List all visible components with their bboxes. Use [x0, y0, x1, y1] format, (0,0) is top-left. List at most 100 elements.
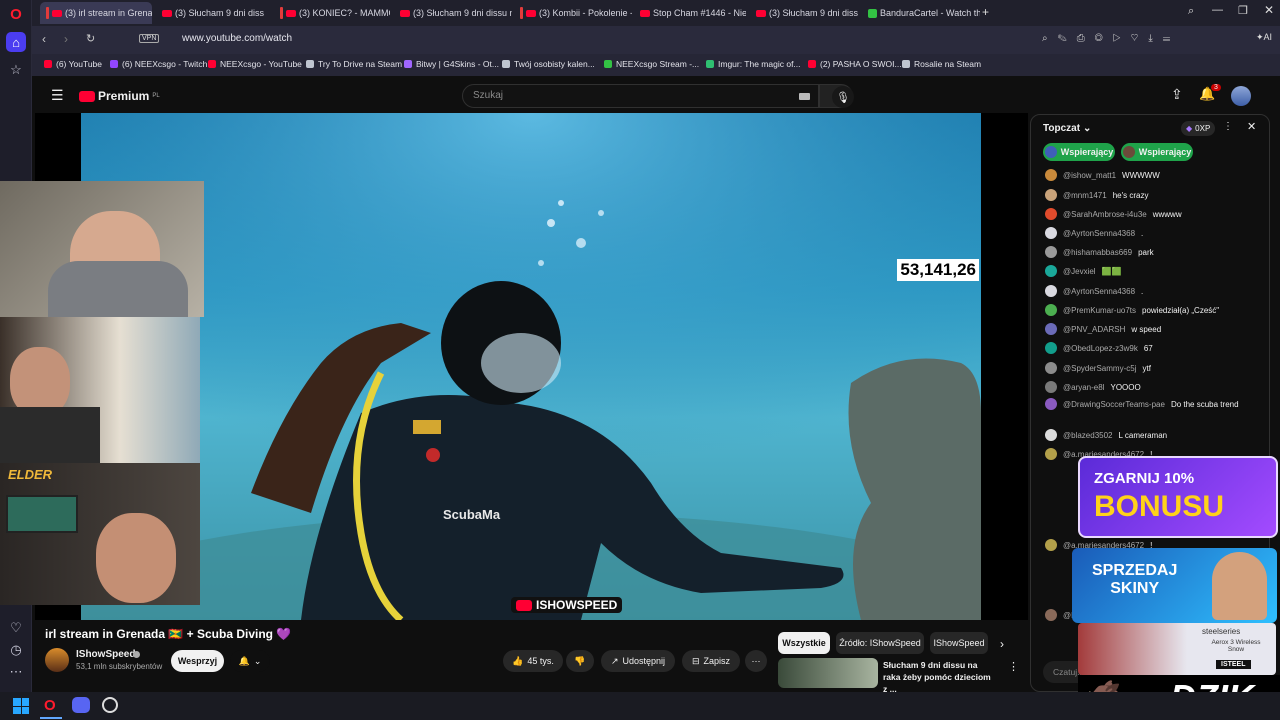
- menu-icon[interactable]: ☰: [51, 87, 64, 104]
- chat-message[interactable]: @AyrtonSenna4368.: [1045, 227, 1143, 239]
- opera-taskbar-icon[interactable]: O: [44, 697, 56, 714]
- chat-message[interactable]: @PremKumar-uo7ts powiedział(a) „Cześć": [1045, 304, 1219, 316]
- bookmark-0[interactable]: (6) YouTube: [44, 59, 102, 69]
- history-icon[interactable]: ◷: [6, 640, 26, 660]
- bookmark-2[interactable]: NEEXcsgo - YouTube: [208, 59, 302, 69]
- tab-2[interactable]: (3) KONIEC? - MAMMON: [274, 2, 390, 24]
- upload-icon[interactable]: ⇪: [1171, 86, 1183, 103]
- xp-icon: ◆: [1186, 124, 1193, 133]
- supporter-chip-1[interactable]: Wspierający: [1043, 143, 1115, 161]
- channel-name[interactable]: IShowSpeed: [76, 649, 135, 660]
- chat-message[interactable]: @Jevxiel 🟩🟩: [1045, 265, 1122, 277]
- bookmark-8[interactable]: (2) PASHA O SWOI...: [808, 59, 902, 69]
- opera-logo-icon[interactable]: O: [6, 4, 26, 24]
- channel-avatar[interactable]: [45, 648, 69, 672]
- chat-message[interactable]: @mnm1471 he's crazy: [1045, 189, 1148, 201]
- chat-avatar: [1045, 381, 1057, 393]
- save-button[interactable]: ⊟ Zapisz: [682, 650, 740, 672]
- close-window-icon[interactable]: ✕: [1264, 3, 1274, 17]
- recommended-title[interactable]: Słucham 9 dni dissu na raka żeby pomóc d…: [883, 659, 995, 695]
- recommended-thumbnail[interactable]: [778, 658, 878, 688]
- notification-bell-button[interactable]: 🔔 ⌄: [230, 650, 270, 672]
- star-icon[interactable]: ☆: [6, 60, 26, 80]
- chat-message[interactable]: @DrawingSoccerTeams-pae Do the scuba tren…: [1045, 398, 1239, 410]
- xp-badge[interactable]: ◆ 0XP: [1181, 121, 1216, 136]
- tab-5[interactable]: Stop Cham #1446 - Niebe: [634, 2, 746, 24]
- keyboard-icon[interactable]: [799, 93, 810, 100]
- chat-message[interactable]: @blazed3502 L cameraman: [1045, 429, 1167, 441]
- chat-message[interactable]: @SpyderSammy-c5j ytf: [1045, 362, 1151, 374]
- bookmark-4[interactable]: Bitwy | G4Skins - Ot...: [404, 59, 499, 69]
- bookmark-1[interactable]: (6) NEEXcsgo - Twitch: [110, 59, 207, 69]
- bookmark-label: (6) YouTube: [56, 59, 102, 69]
- windows-start-icon[interactable]: [13, 698, 29, 714]
- chat-more-icon[interactable]: ⋮: [1223, 121, 1233, 132]
- supporter-chip-2[interactable]: Wspierający: [1121, 143, 1193, 161]
- dislike-button[interactable]: 👎: [566, 650, 594, 672]
- bonus-ad[interactable]: ZGARNIJ 10% BONUSU: [1078, 456, 1278, 538]
- back-icon[interactable]: ‹: [42, 32, 46, 46]
- chat-message[interactable]: @PNV_ADARSH w speed: [1045, 323, 1161, 335]
- url-field[interactable]: www.youtube.com/watch: [182, 33, 292, 44]
- chat-message[interactable]: @aryan-e8l YOOOO: [1045, 381, 1141, 393]
- sell-skins-ad[interactable]: SPRZEDAJ SKINY: [1072, 548, 1277, 623]
- avatar[interactable]: [1231, 86, 1251, 106]
- chat-avatar: [1045, 246, 1057, 258]
- youtube-logo[interactable]: Premium PL: [79, 89, 160, 103]
- tab-3[interactable]: (3) Słucham 9 dni dissu na: [394, 2, 512, 24]
- more-vert-icon[interactable]: ⋮: [1008, 660, 1019, 673]
- chat-username: @SpyderSammy-c5j: [1063, 363, 1137, 373]
- steam-icon[interactable]: [102, 697, 118, 713]
- more-actions-button[interactable]: ⋯: [745, 650, 767, 672]
- mic-icon[interactable]: 🎙: [832, 86, 854, 108]
- chat-message[interactable]: @ishow_matt1 WWWWW: [1045, 169, 1160, 181]
- tab-4[interactable]: (3) Kombii - Pokolenie - Yo: [514, 2, 632, 24]
- forward-icon[interactable]: ›: [64, 32, 68, 46]
- chip-channel[interactable]: IShowSpeed: [930, 632, 988, 654]
- chat-message[interactable]: @hishamabbas669 park: [1045, 246, 1154, 258]
- bookmark-7[interactable]: Imgur: The magic of...: [706, 59, 801, 69]
- video-letterbox-right: [981, 113, 1028, 620]
- steelseries-ad[interactable]: steelseries Aerox 3 Wireless Snow ISTEEL: [1078, 623, 1276, 675]
- tab-0[interactable]: (3) irl stream in Grena: [40, 2, 152, 24]
- bookmark-9[interactable]: Rosalie na Steam: [902, 59, 981, 69]
- video-player[interactable]: ScubaMa 53,141,26 ISHOWSPEED: [81, 113, 981, 620]
- minimize-icon[interactable]: —: [1212, 4, 1223, 16]
- bookmark-5[interactable]: Twój osobisty kalen...: [502, 59, 595, 69]
- chevron-right-icon[interactable]: ›: [1000, 637, 1004, 651]
- bookmark-3[interactable]: Try To Drive na Steam: [306, 59, 402, 69]
- sell-skins-text: SPRZEDAJ SKINY: [1092, 562, 1178, 597]
- chip-source[interactable]: Źródło: IShowSpeed: [836, 632, 924, 654]
- new-tab-icon[interactable]: +: [982, 5, 989, 19]
- ai-button[interactable]: ✦AI: [1256, 32, 1272, 43]
- vpn-badge[interactable]: VPN: [139, 34, 160, 43]
- tab-label: (3) irl stream in Grena: [65, 8, 152, 18]
- chat-mode-dropdown[interactable]: Topczat ⌄: [1043, 123, 1091, 134]
- tab-6[interactable]: (3) Słucham 9 dni diss: [750, 2, 860, 24]
- chat-avatar: [1045, 208, 1057, 220]
- close-chat-icon[interactable]: ✕: [1247, 120, 1256, 133]
- home-icon[interactable]: ⌂: [6, 32, 26, 52]
- more-icon[interactable]: ⋯: [6, 662, 26, 682]
- chip-label: Wszystkie: [782, 638, 826, 648]
- support-button[interactable]: Wesprzyj: [171, 650, 224, 672]
- chat-text: park: [1138, 247, 1154, 257]
- reload-icon[interactable]: ↻: [86, 32, 95, 45]
- chat-message[interactable]: @SarahAmbrose-i4u3e wwwww: [1045, 208, 1182, 220]
- chat-username: @Jevxiel: [1063, 266, 1096, 276]
- chat-message[interactable]: @AyrtonSenna4368.: [1045, 285, 1143, 297]
- chat-avatar: [1045, 169, 1057, 181]
- tab-1[interactable]: (3) Słucham 9 dni diss: [156, 2, 268, 24]
- tab-7[interactable]: BanduraCartel - Watch the: [862, 2, 980, 24]
- share-button[interactable]: ↗ Udostępnij: [601, 650, 675, 672]
- chip-all[interactable]: Wszystkie: [778, 632, 830, 654]
- chat-message[interactable]: @ObedLopez-z3w9k 67: [1045, 342, 1153, 354]
- like-button[interactable]: 👍 45 tys.: [503, 650, 563, 672]
- maximize-icon[interactable]: ❐: [1238, 4, 1248, 17]
- heart-icon[interactable]: ♡: [6, 618, 26, 638]
- bookmark-6[interactable]: NEEXcsgo Stream -...: [604, 59, 699, 69]
- discord-icon[interactable]: [72, 697, 90, 713]
- search-tabs-icon[interactable]: ⌕: [1188, 5, 1194, 18]
- search-input[interactable]: Szukaj: [462, 84, 819, 108]
- address-bar-actions[interactable]: ⌕✎⎙◎▷♡⤓☰: [1042, 33, 1180, 44]
